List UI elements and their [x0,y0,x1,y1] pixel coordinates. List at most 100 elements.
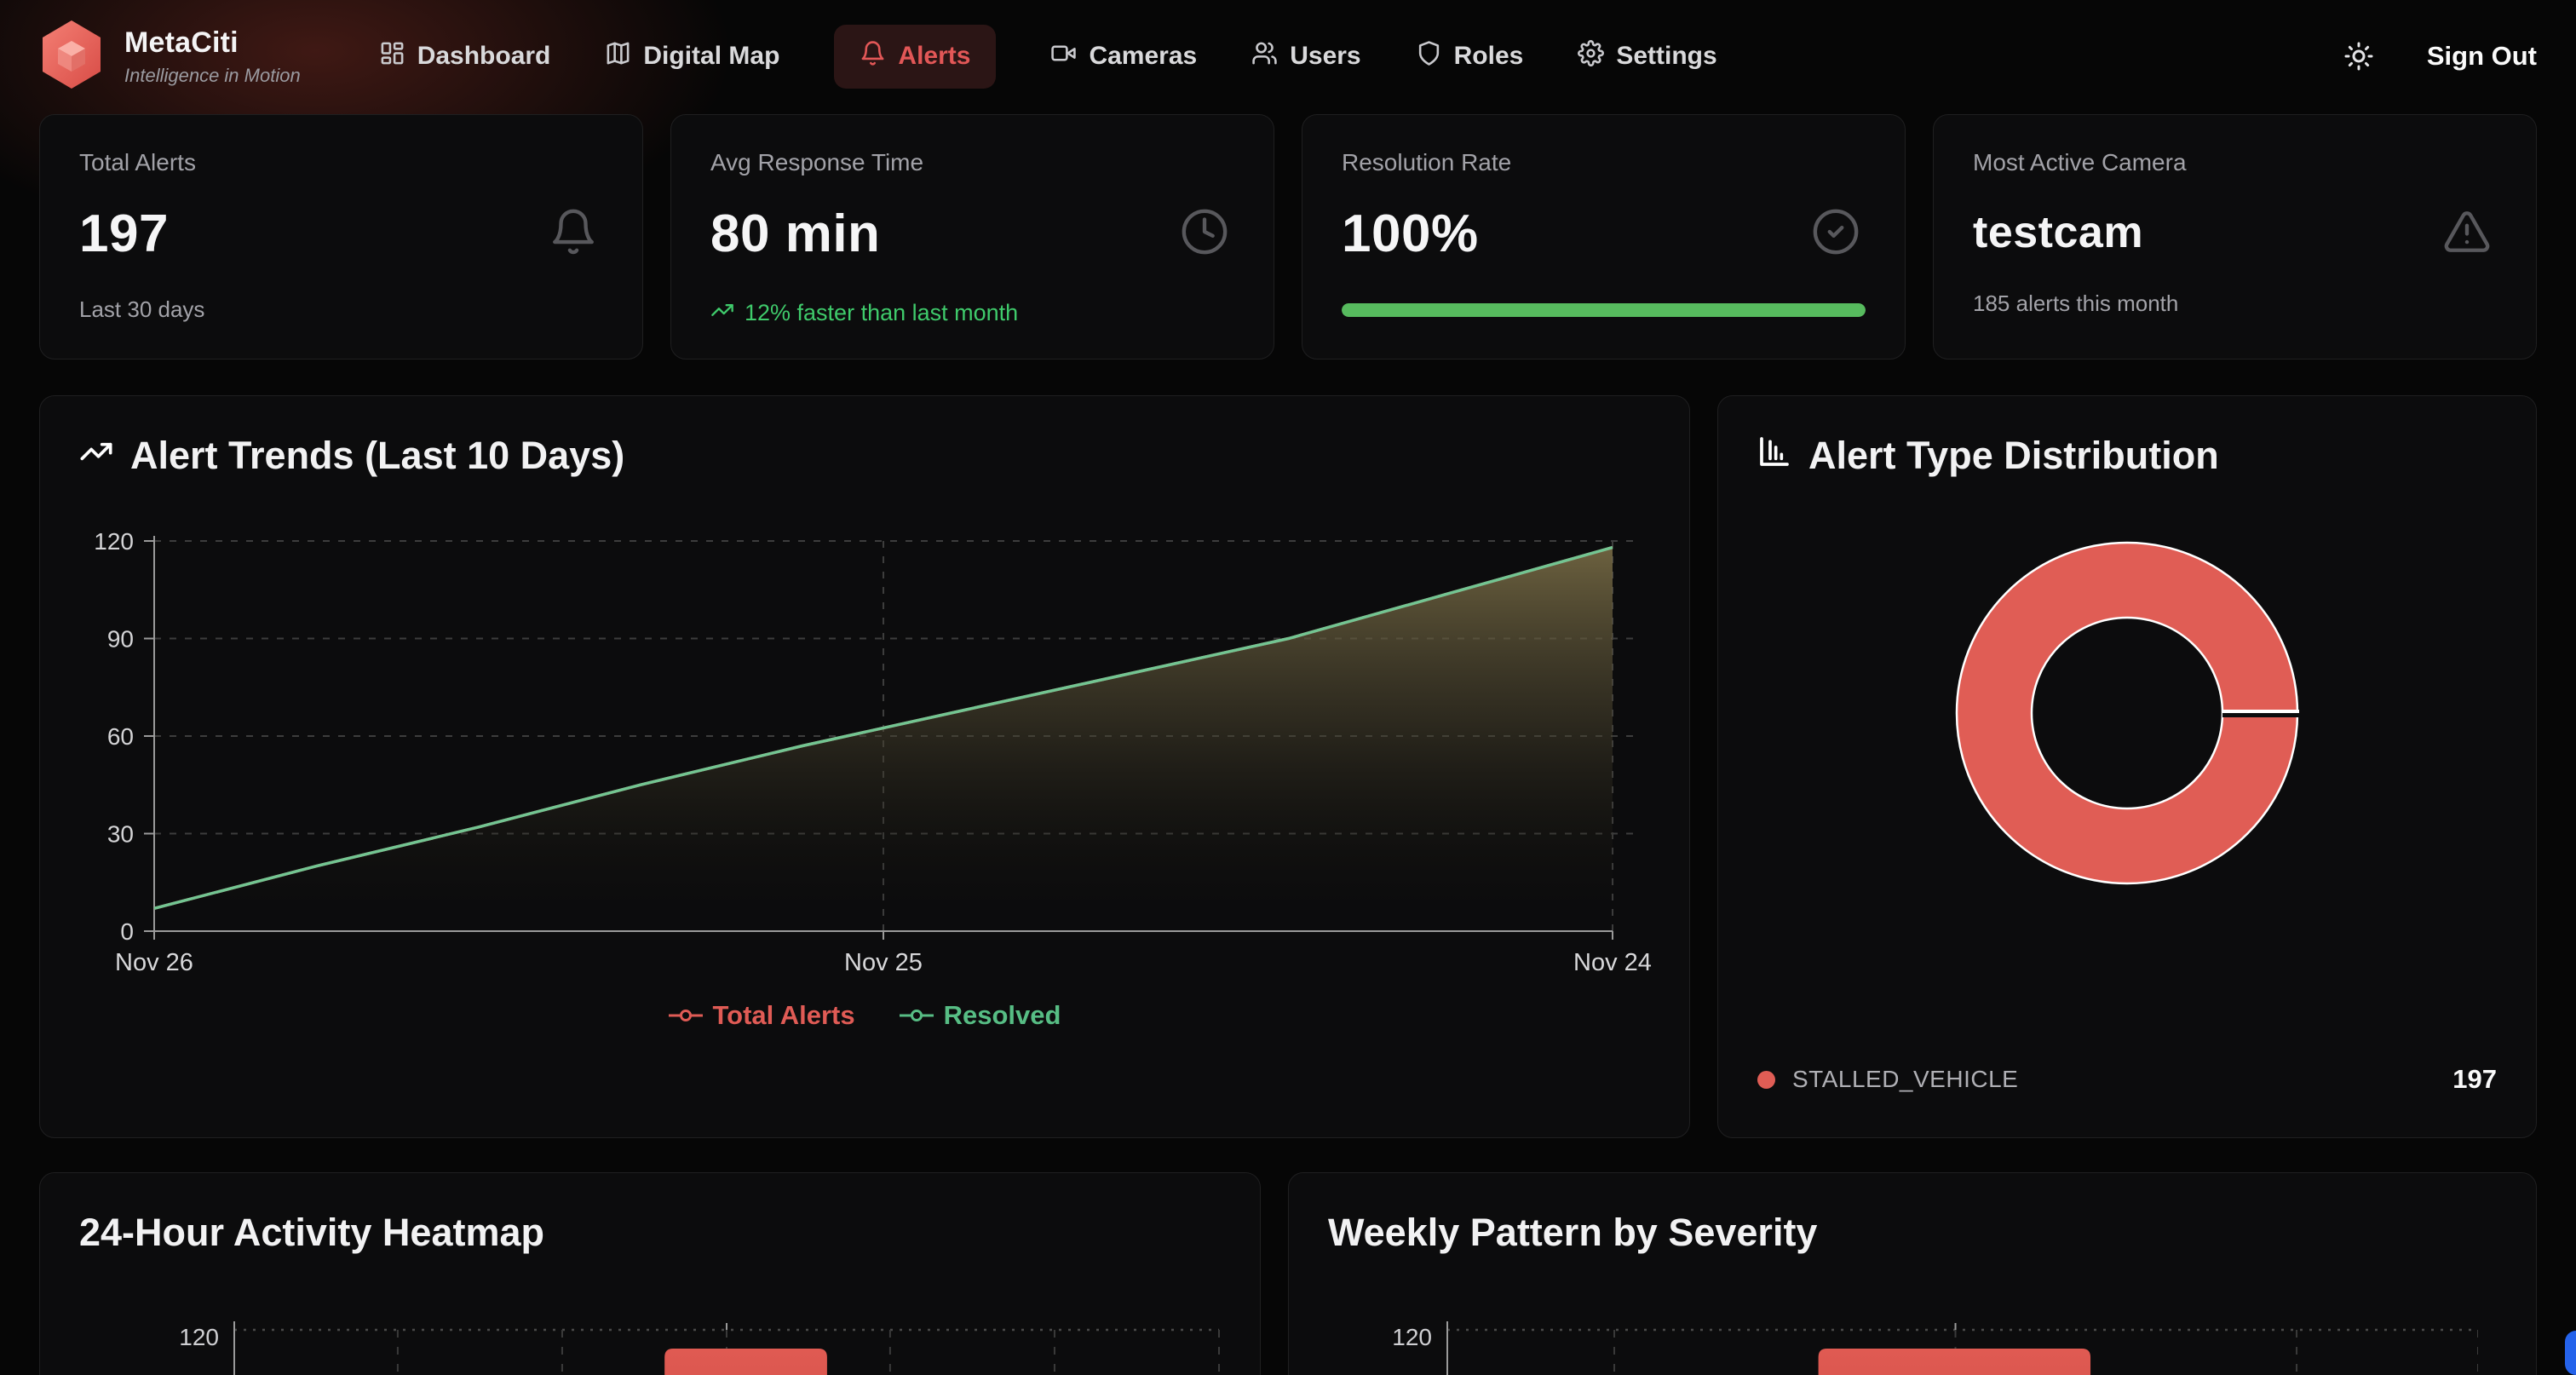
stat-subtext: 185 alerts this month [1973,291,2497,317]
stat-trend: 12% faster than last month [710,298,1234,328]
gear-icon [1578,40,1604,73]
stat-value: 197 [79,204,603,264]
users-icon [1251,40,1278,73]
floating-action-button-edge[interactable] [2565,1331,2576,1375]
panel-title-text: Weekly Pattern by Severity [1328,1211,1817,1255]
svg-text:90: 90 [107,626,134,653]
svg-text:Nov 26: Nov 26 [115,949,193,976]
alert-trends-title: Alert Trends (Last 10 Days) [79,434,1650,478]
bell-icon [860,40,886,73]
video-camera-icon [1050,40,1077,73]
alert-type-distribution-title: Alert Type Distribution [1757,434,2497,478]
svg-text:30: 30 [107,821,134,848]
shield-icon [1416,40,1442,73]
stat-label: Most Active Camera [1973,149,2497,176]
metaciti-logo-icon [39,19,104,95]
svg-text:120: 120 [94,528,134,555]
nav-item-settings[interactable]: Settings [1578,40,1716,73]
stat-cards-row: Total Alerts 197 Last 30 days Avg Respon… [0,114,2576,360]
legend-item-total-alerts[interactable]: Total Alerts [669,1000,855,1031]
legend-item-resolved[interactable]: Resolved [900,1000,1061,1031]
nav-menu: Dashboard Digital Map Alerts Cameras Use… [379,25,1717,89]
nav-item-digital-map[interactable]: Digital Map [605,40,779,73]
stat-trend-text: 12% faster than last month [745,300,1018,326]
weekly-pattern-bar-chart: 120 [1328,1299,2478,1375]
svg-text:0: 0 [120,918,134,945]
check-circle-icon [1811,207,1860,261]
resolution-progress-bar [1342,303,1866,317]
trending-up-icon [79,434,113,478]
stat-card-most-active-camera: Most Active Camera testcam 185 alerts th… [1933,114,2537,360]
nav-label: Digital Map [643,42,779,71]
donut-chart-wrap [1941,527,2313,903]
warning-triangle-icon [2442,207,2492,261]
dashboard-grid-icon [379,40,405,73]
brand-tagline: Intelligence in Motion [124,65,301,87]
nav-item-roles[interactable]: Roles [1416,40,1524,73]
nav-label: Users [1290,42,1360,71]
nav-right-actions: Sign Out [2343,41,2537,72]
stat-subtext: Last 30 days [79,296,603,323]
trending-up-icon [710,298,734,328]
bell-icon [549,207,598,261]
weekly-pattern-title: Weekly Pattern by Severity [1328,1211,2497,1255]
alert-trends-area-chart: 0 30 60 90 120 Nov 26 Nov 25 Nov 24 [79,522,1652,987]
panel-title-text: 24-Hour Activity Heatmap [79,1211,544,1255]
nav-item-users[interactable]: Users [1251,40,1360,73]
legend-label: Resolved [944,1000,1061,1031]
legend-label: STALLED_VEHICLE [1792,1066,2018,1093]
top-navigation-bar: MetaCiti Intelligence in Motion Dashboar… [0,0,2576,112]
panel-title-text: Alert Trends (Last 10 Days) [130,434,624,478]
nav-label: Dashboard [417,42,551,71]
legend-value: 197 [2452,1064,2497,1095]
distribution-legend-row[interactable]: STALLED_VEHICLE 197 [1757,1064,2497,1100]
donut-slice-divider [2222,710,2299,713]
legend-label: Total Alerts [713,1000,855,1031]
trends-legend: Total Alerts Resolved [79,1000,1650,1031]
svg-text:Nov 25: Nov 25 [844,949,923,976]
heatmap-bar-chart: 120 [79,1299,1221,1375]
svg-text:Nov 24: Nov 24 [1573,949,1652,976]
resolution-progress-fill [1342,303,1866,317]
main-charts-row: Alert Trends (Last 10 Days) 0 30 60 90 120 No… [0,395,2576,1138]
stat-value: testcam [1973,207,2497,258]
stat-card-total-alerts: Total Alerts 197 Last 30 days [39,114,643,360]
stat-value: 80 min [710,204,1234,264]
stat-label: Resolution Rate [1342,149,1866,176]
legend-marker-icon [900,1009,934,1022]
bottom-charts-row: 24-Hour Activity Heatmap 120 Weekly Patt… [0,1172,2576,1375]
stat-card-avg-response-time: Avg Response Time 80 min 12% faster than… [670,114,1274,360]
svg-text:120: 120 [179,1324,219,1350]
nav-label: Settings [1616,42,1716,71]
stat-label: Total Alerts [79,149,603,176]
nav-label: Roles [1454,42,1524,71]
alert-trends-panel: Alert Trends (Last 10 Days) 0 30 60 90 120 No… [39,395,1690,1138]
brand: MetaCiti Intelligence in Motion [39,19,301,95]
svg-text:120: 120 [1392,1324,1432,1350]
bar-chart-icon [1757,434,1791,478]
clock-icon [1180,207,1229,261]
sign-out-button[interactable]: Sign Out [2427,41,2537,72]
donut-slice-gap [2222,713,2299,717]
nav-item-dashboard[interactable]: Dashboard [379,40,551,73]
nav-item-alerts[interactable]: Alerts [834,25,996,89]
weekly-pattern-panel: Weekly Pattern by Severity 120 [1288,1172,2537,1375]
svg-text:60: 60 [107,723,134,750]
heatmap-title: 24-Hour Activity Heatmap [79,1211,1221,1255]
legend-color-dot [1757,1071,1775,1089]
alert-type-distribution-panel: Alert Type Distribution STALLED_VEHICLE … [1717,395,2537,1138]
nav-label: Alerts [898,42,970,71]
stat-card-resolution-rate: Resolution Rate 100% [1302,114,1906,360]
map-icon [605,40,631,73]
brand-text: MetaCiti Intelligence in Motion [124,26,301,87]
brand-name: MetaCiti [124,26,301,60]
legend-marker-icon [669,1009,703,1022]
heatmap-panel: 24-Hour Activity Heatmap 120 [39,1172,1261,1375]
alert-type-donut-chart [1941,527,2313,899]
stat-value: 100% [1342,204,1866,264]
nav-item-cameras[interactable]: Cameras [1050,40,1197,73]
nav-label: Cameras [1089,42,1197,71]
sun-icon[interactable] [2343,41,2374,72]
stat-label: Avg Response Time [710,149,1234,176]
panel-title-text: Alert Type Distribution [1808,434,2219,478]
